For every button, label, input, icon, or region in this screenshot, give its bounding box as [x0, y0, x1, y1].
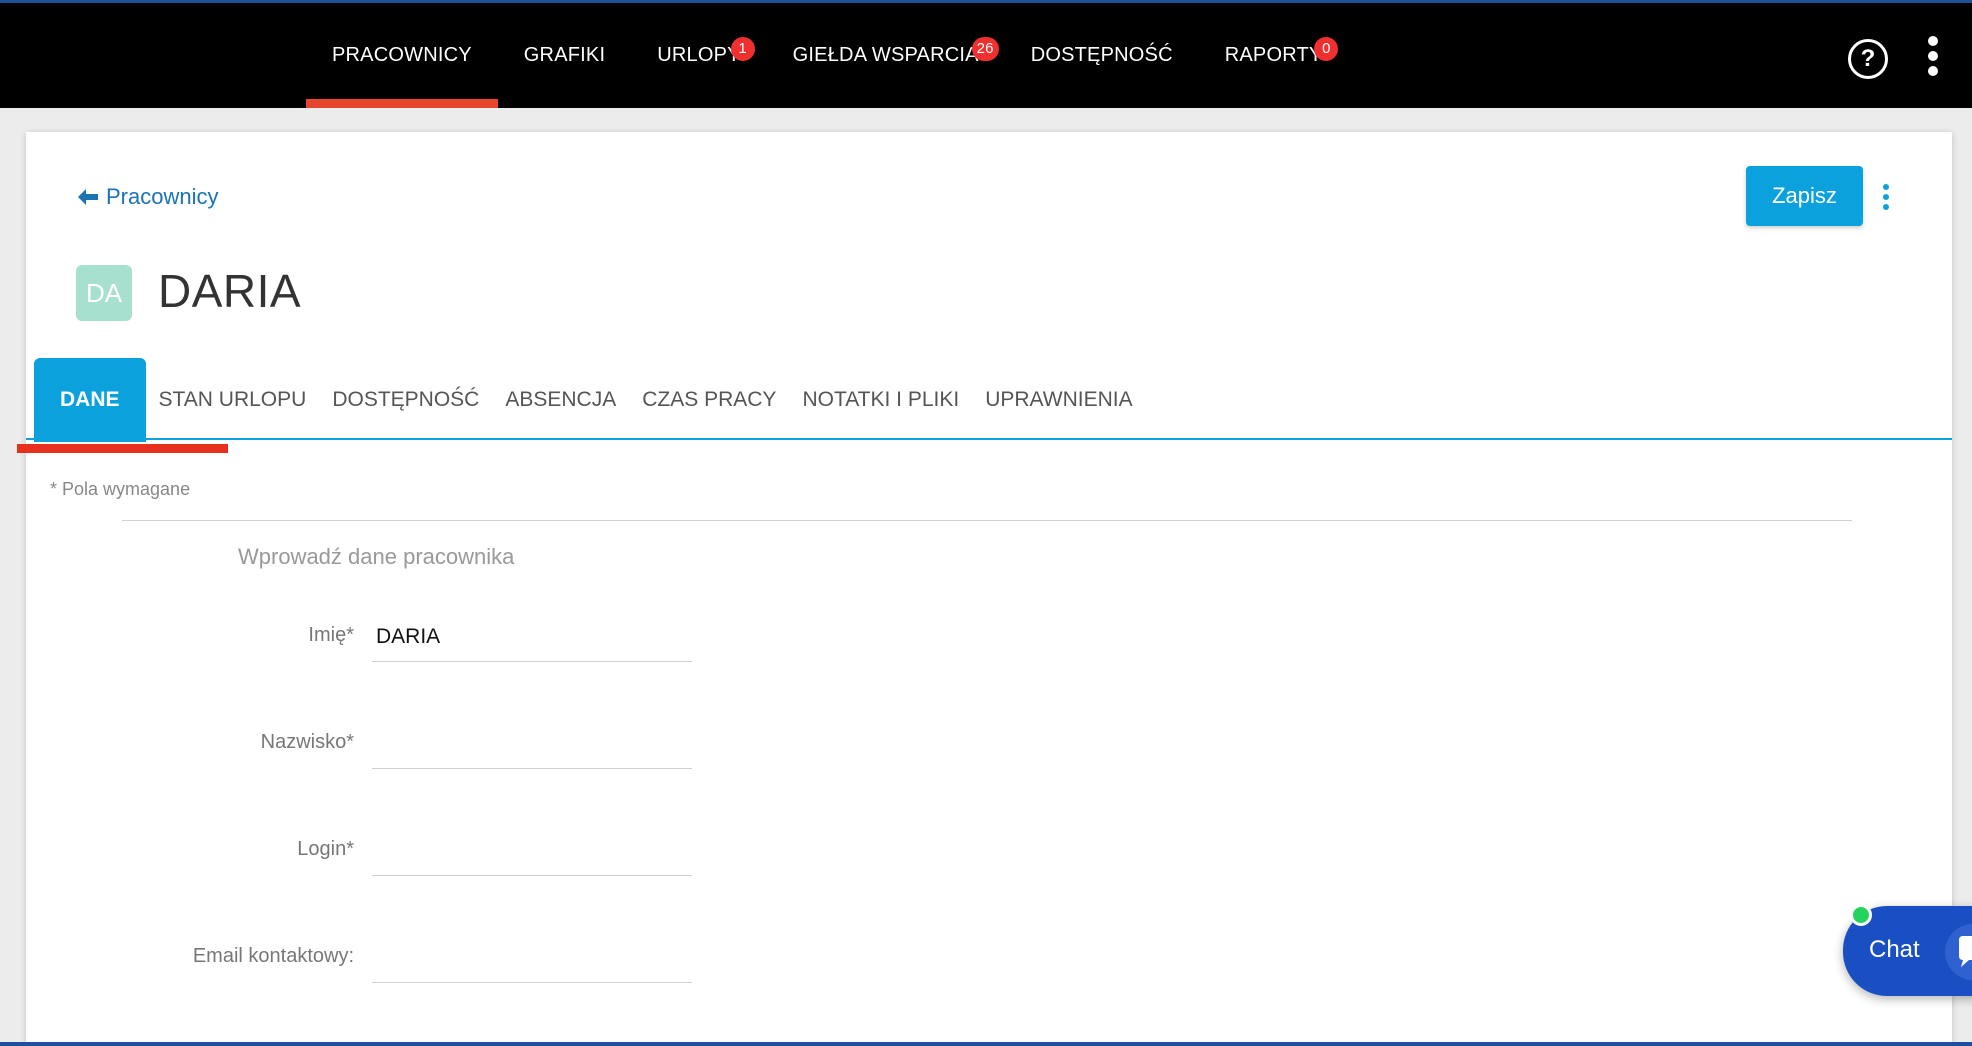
tab-stan-urlopu[interactable]: STAN URLOPU — [146, 358, 320, 442]
nav-label: DOSTĘPNOŚĆ — [1030, 44, 1173, 66]
more-options-icon[interactable] — [1880, 184, 1892, 212]
nav-label: URLOPY — [657, 44, 741, 66]
notification-badge: 1 — [730, 37, 755, 61]
online-status-dot — [1850, 904, 1872, 926]
first-name-label: Imię* — [308, 624, 354, 646]
notification-badge: 0 — [1314, 37, 1339, 61]
employee-card: Pracownicy Zapisz DA DARIA DANE STAN URL… — [17, 132, 1952, 1046]
tab-absencja[interactable]: ABSENCJA — [492, 358, 629, 442]
field-row-login: Login* — [26, 826, 826, 886]
tab-dane[interactable]: DANE — [34, 358, 146, 442]
nav-label: GRAFIKI — [523, 44, 606, 66]
nav-item-gielda-wsparcia[interactable]: GIEŁDA WSPARCIA 26 — [767, 3, 1005, 108]
help-circle-icon[interactable]: ? — [1848, 39, 1888, 79]
nav-label: RAPORTY — [1224, 44, 1323, 66]
required-fields-note: * Pola wymagane — [50, 479, 191, 499]
nav-item-pracownicy[interactable]: PRACOWNICY — [306, 3, 498, 108]
nav-item-dostepnosc[interactable]: DOSTĘPNOŚĆ — [1005, 3, 1199, 108]
chat-widget-button[interactable]: Chat — [1843, 904, 1972, 996]
email-field[interactable] — [372, 933, 692, 983]
last-name-label: Nazwisko* — [260, 731, 354, 753]
email-label: Email kontaktowy: — [192, 945, 354, 967]
back-link[interactable]: Pracownicy — [76, 184, 218, 210]
login-field[interactable] — [372, 826, 692, 876]
active-tab-indicator — [17, 444, 228, 453]
nav-item-urlopy[interactable]: URLOPY 1 — [631, 3, 766, 108]
tab-divider — [26, 438, 1952, 440]
tab-uprawnienia[interactable]: UPRAWNIENIA — [972, 358, 1145, 442]
page-title: DARIA — [158, 265, 302, 317]
tab-czas-pracy[interactable]: CZAS PRACY — [629, 358, 789, 442]
chat-label: Chat — [1869, 936, 1920, 963]
tab-dostepnosc[interactable]: DOSTĘPNOŚĆ — [319, 358, 492, 442]
form-section-title: Wprowadź dane pracownika — [238, 544, 515, 569]
nav-item-raporty[interactable]: RAPORTY 0 — [1199, 3, 1349, 108]
bottom-border — [0, 1042, 1972, 1046]
back-link-label: Pracownicy — [106, 184, 219, 209]
chat-bubble-icon — [1945, 924, 1972, 980]
field-row-first-name: Imię* — [26, 612, 826, 672]
form-divider — [122, 520, 1852, 521]
avatar: DA — [76, 265, 132, 321]
nav-label: GIEŁDA WSPARCIA — [792, 44, 979, 66]
nav-item-grafiki[interactable]: GRAFIKI — [498, 3, 631, 108]
notification-badge: 26 — [971, 37, 999, 61]
field-row-last-name: Nazwisko* — [26, 719, 826, 779]
save-button[interactable]: Zapisz — [1746, 166, 1863, 226]
kebab-menu-icon[interactable] — [1925, 36, 1941, 80]
last-name-field[interactable] — [372, 719, 692, 769]
arrow-left-icon — [78, 189, 98, 205]
tab-bar: DANE STAN URLOPU DOSTĘPNOŚĆ ABSENCJA CZA… — [34, 356, 1146, 442]
tab-notatki-i-pliki[interactable]: NOTATKI I PLIKI — [789, 358, 972, 442]
main-nav: PRACOWNICY GRAFIKI URLOPY 1 GIEŁDA WSPAR… — [306, 3, 1348, 108]
nav-label: PRACOWNICY — [332, 44, 472, 66]
login-label: Login* — [297, 838, 354, 860]
first-name-field[interactable] — [372, 612, 692, 662]
top-navigation-bar: PRACOWNICY GRAFIKI URLOPY 1 GIEŁDA WSPAR… — [0, 0, 1972, 108]
field-row-email: Email kontaktowy: — [26, 933, 826, 993]
